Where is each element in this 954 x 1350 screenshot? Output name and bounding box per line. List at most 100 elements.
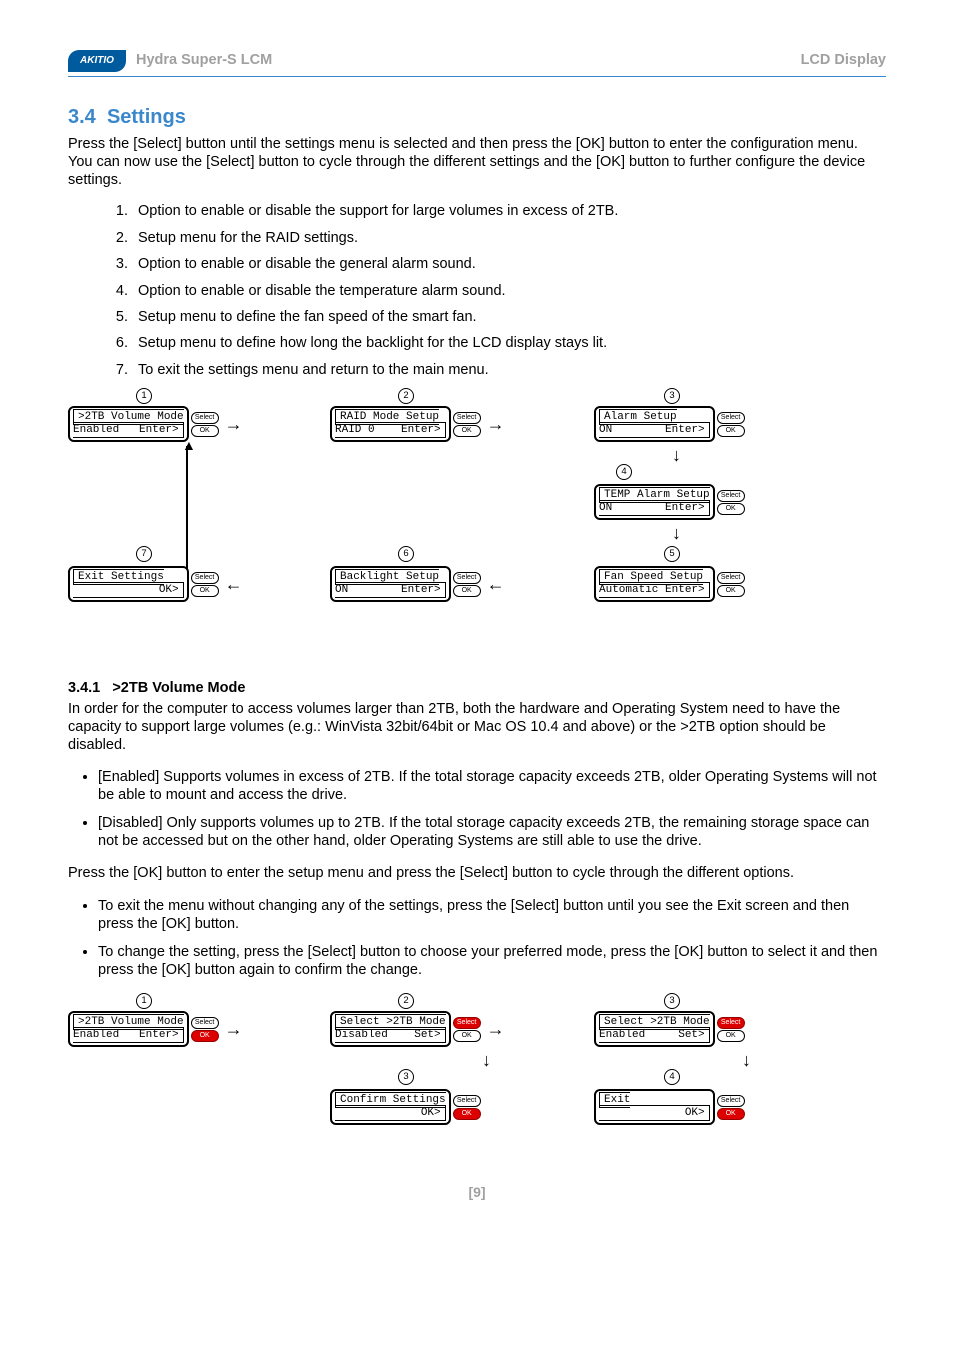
step-number-3: 3 xyxy=(664,388,680,404)
step-number-2: 2 xyxy=(398,993,414,1009)
logo-icon: AKITIO xyxy=(68,50,126,72)
select-button[interactable]: Select xyxy=(717,572,745,584)
list-item: Option to enable or disable the temperat… xyxy=(132,283,886,300)
lcd-exit: Exit OK> xyxy=(594,1089,715,1125)
lcd-exit-settings: Exit Settings OK> xyxy=(68,566,189,602)
select-button[interactable]: Select xyxy=(453,1017,481,1029)
list-item: Setup menu for the RAID settings. xyxy=(132,230,886,247)
ok-button[interactable]: OK xyxy=(453,1108,481,1120)
lcd-confirm: Confirm Settings OK> xyxy=(330,1089,451,1125)
button-stack: SelectOK xyxy=(191,412,219,437)
list-item: [Disabled] Only supports volumes up to 2… xyxy=(98,814,886,850)
lcd-2tb-volume: >2TB Volume Mode Enabled Enter> xyxy=(68,1011,189,1047)
ok-button[interactable]: OK xyxy=(453,425,481,437)
page-header: AKITIO Hydra Super-S LCM LCD Display xyxy=(68,50,886,77)
section-intro: Press the [Select] button until the sett… xyxy=(68,135,886,189)
ok-button[interactable]: OK xyxy=(453,1030,481,1042)
list-item: Setup menu to define the fan speed of th… xyxy=(132,309,886,326)
lcd-fan-speed: Fan Speed Setup Automatic Enter> xyxy=(594,566,715,602)
button-stack: SelectOK xyxy=(191,1017,219,1042)
ok-button[interactable]: OK xyxy=(717,425,745,437)
step-number-6: 6 xyxy=(398,546,414,562)
section-title-text: Settings xyxy=(107,106,186,128)
list-item: Option to enable or disable the general … xyxy=(132,256,886,273)
header-left: AKITIO Hydra Super-S LCM xyxy=(68,50,272,72)
select-button[interactable]: Select xyxy=(191,572,219,584)
list-item: To change the setting, press the [Select… xyxy=(98,943,886,979)
ok-button[interactable]: OK xyxy=(717,585,745,597)
subsection-para2: Press the [OK] button to enter the setup… xyxy=(68,864,886,882)
button-stack: SelectOK xyxy=(717,572,745,597)
ok-button[interactable]: OK xyxy=(717,1030,745,1042)
ok-button[interactable]: OK xyxy=(453,585,481,597)
arrow-down-icon: ↓ xyxy=(742,1051,751,1069)
select-button[interactable]: Select xyxy=(453,412,481,424)
select-button[interactable]: Select xyxy=(717,1095,745,1107)
step-number-3: 3 xyxy=(664,993,680,1009)
mode-bullets: [Enabled] Supports volumes in excess of … xyxy=(68,768,886,851)
button-stack: SelectOK xyxy=(453,572,481,597)
ok-button[interactable]: OK xyxy=(717,1108,745,1120)
lcd-raid-mode: RAID Mode Setup RAID 0 Enter> xyxy=(330,406,451,442)
lcd-alarm-setup: Alarm Setup ON Enter> xyxy=(594,406,715,442)
step-number-4: 4 xyxy=(664,1069,680,1085)
list-item: Setup menu to define how long the backli… xyxy=(132,335,886,352)
select-button[interactable]: Select xyxy=(717,490,745,502)
subsection-number: 3.4.1 xyxy=(68,680,100,696)
step-number-5: 5 xyxy=(664,546,680,562)
step-number-1: 1 xyxy=(136,388,152,404)
arrow-right-icon: → xyxy=(487,1020,505,1038)
select-button[interactable]: Select xyxy=(717,1017,745,1029)
page-number: [9] xyxy=(68,1184,886,1201)
step-number-4: 4 xyxy=(616,464,632,480)
select-button[interactable]: Select xyxy=(191,412,219,424)
step-number-7: 7 xyxy=(136,546,152,562)
ok-button[interactable]: OK xyxy=(717,503,745,515)
lcd-select-disabled: Select >2TB Mode Disabled Set> xyxy=(330,1011,451,1047)
button-stack: SelectOK xyxy=(717,490,745,515)
arrow-down-icon: ↓ xyxy=(482,1051,491,1069)
options-list: Option to enable or disable the support … xyxy=(68,203,886,379)
arrow-right-icon: → xyxy=(487,415,505,433)
select-button[interactable]: Select xyxy=(453,572,481,584)
button-stack: SelectOK xyxy=(717,1017,745,1042)
arrow-left-icon: ← xyxy=(487,575,505,593)
lcd-select-enabled: Select >2TB Mode Enabled Set> xyxy=(594,1011,715,1047)
list-item: To exit the settings menu and return to … xyxy=(132,362,886,379)
list-item: Option to enable or disable the support … xyxy=(132,203,886,220)
select-button[interactable]: Select xyxy=(191,1017,219,1029)
list-item: To exit the menu without changing any of… xyxy=(98,897,886,933)
lcd-backlight: Backlight Setup ON Enter> xyxy=(330,566,451,602)
arrow-down-icon: ↓ xyxy=(672,446,681,464)
button-stack: SelectOK xyxy=(453,1017,481,1042)
subsection-heading: 3.4.1 >2TB Volume Mode xyxy=(68,680,886,697)
lcd-2tb-volume: >2TB Volume Mode Enabled Enter> xyxy=(68,406,189,442)
arrow-left-icon: ← xyxy=(225,575,243,593)
arrow-right-icon: → xyxy=(225,1020,243,1038)
ok-button[interactable]: OK xyxy=(191,585,219,597)
button-stack: SelectOK xyxy=(191,572,219,597)
button-stack: SelectOK xyxy=(717,1095,745,1120)
button-stack: SelectOK xyxy=(453,412,481,437)
select-button[interactable]: Select xyxy=(717,412,745,424)
button-stack: SelectOK xyxy=(717,412,745,437)
list-item: [Enabled] Supports volumes in excess of … xyxy=(98,768,886,804)
button-stack: SelectOK xyxy=(453,1095,481,1120)
arrow-right-icon: → xyxy=(225,415,243,433)
ok-button[interactable]: OK xyxy=(191,1030,219,1042)
arrow-down-icon: ↓ xyxy=(672,524,681,542)
step-number-2: 2 xyxy=(398,388,414,404)
doc-title-right: LCD Display xyxy=(801,52,886,69)
arrow-up-icon: ▲ xyxy=(182,438,196,452)
settings-flow-diagram: 1 2 3 >2TB Volume Mode Enabled Enter> Se… xyxy=(68,388,886,658)
subsection-title-text: >2TB Volume Mode xyxy=(112,680,245,696)
ok-button[interactable]: OK xyxy=(191,425,219,437)
section-number: 3.4 xyxy=(68,106,96,128)
arrow-line xyxy=(186,446,188,570)
select-button[interactable]: Select xyxy=(453,1095,481,1107)
section-heading: 3.4 Settings xyxy=(68,105,886,129)
lcd-temp-alarm: TEMP Alarm Setup ON Enter> xyxy=(594,484,715,520)
instruction-bullets: To exit the menu without changing any of… xyxy=(68,897,886,980)
subsection-intro: In order for the computer to access volu… xyxy=(68,700,886,754)
step-number-1: 1 xyxy=(136,993,152,1009)
